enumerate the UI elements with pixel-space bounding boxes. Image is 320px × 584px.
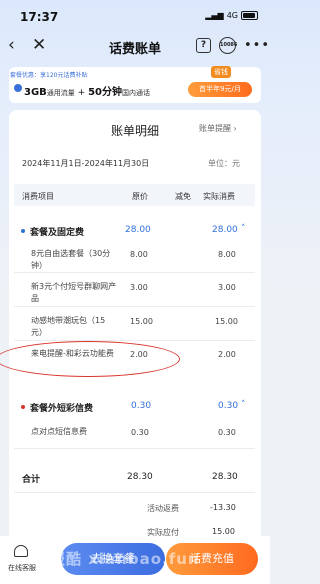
list-item: 新3元个付短号群聊网产品 [31,282,117,303]
item-actual: 3.00 [218,283,236,292]
help-icon[interactable]: ? [196,38,211,53]
list-item: 8元自由选套餐（30分钟） [31,249,111,270]
col-item: 消费项目 [22,192,54,201]
divider [14,306,255,307]
item-actual: 2.00 [218,350,236,359]
total-label: 合计 [22,475,41,485]
group-name[interactable]: 套餐外短彩信费 [30,401,93,414]
battery-icon [241,11,258,20]
item-actual: 0.30 [218,428,236,437]
item-original: 8.00 [130,250,148,259]
customer-service-icon[interactable]: 10086 [219,37,237,54]
collapse-chevron-icon[interactable]: ˄ [241,224,246,234]
banner-plus: + [77,88,86,98]
banner-badge: 省钱 [211,66,231,78]
payable-value: 15.00 [212,527,235,536]
col-discount: 减免 [175,192,191,201]
highlight-annotation [0,341,180,377]
banner-minutes-desc: 国内通话 [122,89,151,97]
group-original: 0.30 [131,401,152,411]
watermark: 报酷 xianbao.fun [50,550,200,568]
banner-cta-button[interactable]: 首半年9元/月 [188,82,252,97]
banner-data-amount: 3GB [24,87,47,98]
group-actual: 28.00 [212,225,238,235]
collapse-chevron-icon[interactable]: ˄ [241,400,246,410]
bill-remind-link[interactable]: 账单提醒 › [199,123,237,134]
online-service-label[interactable]: 在线客服 [8,563,36,573]
bill-unit: 单位：元 [208,159,240,168]
refund-label: 活动返费 [147,504,179,513]
status-time: 17:37 [20,10,59,24]
banner-minutes: 50分钟 [88,87,123,98]
divider [14,448,255,449]
item-original: 15.00 [130,317,153,326]
brand-logo-icon [14,84,22,92]
divider [14,272,255,273]
banner-offer: 3GB通用流量 + 50分钟国内通话 [24,83,150,98]
item-actual: 15.00 [215,317,238,326]
status-icons: ▂▄▆ 4G [205,11,258,20]
item-original: 0.30 [131,428,149,437]
group-dot-icon [21,405,25,409]
bill-date-range: 2024年11月1日-2024年11月30日 [22,159,150,168]
group-actual: 0.30 [218,401,239,411]
group-name[interactable]: 套餐及固定费 [30,225,84,238]
signal-icon: ▂▄▆ [205,11,224,20]
network-label: 4G [226,11,238,20]
divider [14,340,255,341]
total-original: 28.30 [127,472,153,482]
banner-data-desc: 通用流量 [46,89,75,97]
total-actual: 28.30 [212,472,238,482]
list-item: 动感地带潮玩包（15元） [31,316,106,337]
item-actual: 8.00 [218,250,236,259]
headset-icon[interactable] [14,545,28,557]
item-original: 3.00 [130,283,148,292]
group-original: 28.00 [125,225,151,235]
refund-value: -13.30 [210,503,236,512]
col-actual: 实际消费 [203,192,235,201]
col-original: 原价 [132,192,148,201]
list-item: 点对点短信息费 [31,427,87,436]
group-dot-icon [21,229,25,233]
divider [14,492,255,493]
more-icon[interactable]: ••• [244,38,270,53]
banner-tag: 套餐优惠：享120元话费补贴 [10,72,88,79]
